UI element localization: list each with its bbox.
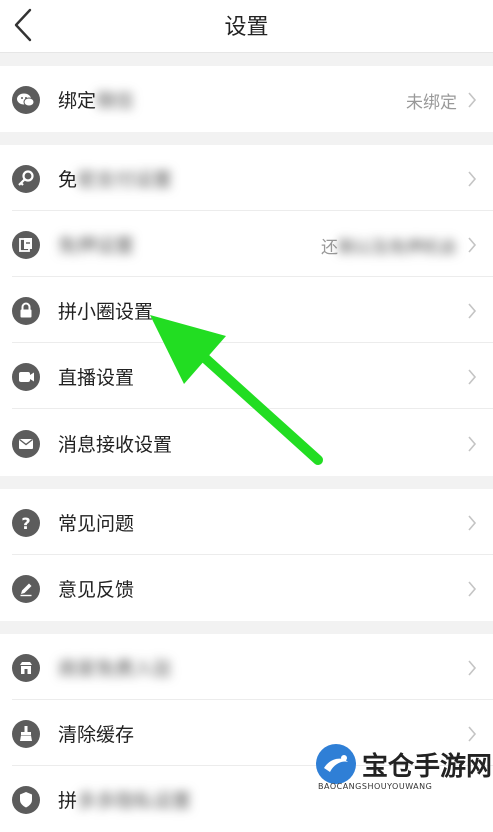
- section-gap: [0, 132, 493, 145]
- chevron-right-icon: [468, 92, 477, 108]
- row-label: 拼小圈设置: [58, 301, 154, 323]
- row-label: 商家免费入驻: [58, 658, 173, 680]
- settings-row-merchant[interactable]: 商家免费入驻: [0, 634, 493, 700]
- deposit-card-icon: [12, 231, 40, 259]
- chevron-right-icon: [468, 581, 477, 597]
- row-label: 免押设置: [58, 235, 135, 257]
- chevron-right-icon: [468, 515, 477, 531]
- key-icon: [12, 165, 40, 193]
- broom-icon: [12, 720, 40, 748]
- video-camera-icon: [12, 363, 40, 391]
- watermark-subtitle: BAOCANGSHOUYOUWANG: [318, 782, 433, 791]
- settings-row-bind-wechat[interactable]: 绑定微信 未绑定: [0, 66, 493, 132]
- mail-icon: [12, 430, 40, 458]
- pencil-icon: [12, 575, 40, 603]
- row-value: 未绑定: [406, 93, 457, 113]
- chevron-right-icon: [468, 660, 477, 676]
- settings-row-feedback[interactable]: 意见反馈: [0, 555, 493, 621]
- chevron-right-icon: [468, 726, 477, 742]
- settings-row-faq[interactable]: ? 常见问题: [0, 489, 493, 555]
- blurred-text: 多多隐私设置: [77, 790, 192, 812]
- row-label: 意见反馈: [58, 579, 135, 601]
- wechat-icon: [12, 86, 40, 114]
- row-label: 直播设置: [58, 367, 135, 389]
- row-label: 清除缓存: [58, 724, 135, 746]
- shield-icon: [12, 786, 40, 814]
- row-label: 绑定: [58, 90, 97, 112]
- settings-row-password-free-pay[interactable]: 免密支付设置: [0, 145, 493, 211]
- chevron-right-icon: [468, 303, 477, 319]
- row-divider: [12, 408, 493, 409]
- chevron-right-icon: [468, 171, 477, 187]
- svg-text:?: ?: [21, 514, 30, 533]
- watermark: 宝仓手游网 BAOCANGSHOUYOUWANG: [314, 744, 493, 792]
- settings-row-live[interactable]: 直播设置: [0, 343, 493, 409]
- chevron-right-icon: [468, 369, 477, 385]
- row-value: 还: [321, 238, 338, 258]
- nav-bar: 设置: [0, 0, 493, 53]
- section-gap: [0, 621, 493, 634]
- section-gap: [0, 476, 493, 489]
- settings-row-deposit-free[interactable]: 免押设置 还剩以及免押机会: [0, 211, 493, 277]
- watermark-title: 宝仓手游网: [362, 752, 493, 782]
- blurred-text: 密支付设置: [77, 169, 173, 191]
- row-label: 拼: [58, 790, 78, 812]
- page-title: 设置: [224, 15, 269, 40]
- watermark-logo-icon: [316, 744, 356, 784]
- settings-row-message-receive[interactable]: 消息接收设置: [0, 410, 493, 476]
- blurred-text: 微信: [96, 90, 135, 112]
- row-label: 常见问题: [58, 513, 135, 535]
- chevron-right-icon: [468, 237, 477, 253]
- row-label: 免: [58, 169, 78, 191]
- blurred-text: 剩以及免押机会: [338, 238, 457, 258]
- question-icon: ?: [12, 509, 40, 537]
- lock-icon: [12, 297, 40, 325]
- chevron-right-icon: [468, 436, 477, 452]
- store-icon: [12, 654, 40, 682]
- section-gap: [0, 53, 493, 66]
- settings-row-pinxiaoquan[interactable]: 拼小圈设置: [0, 277, 493, 343]
- row-label: 消息接收设置: [58, 434, 173, 456]
